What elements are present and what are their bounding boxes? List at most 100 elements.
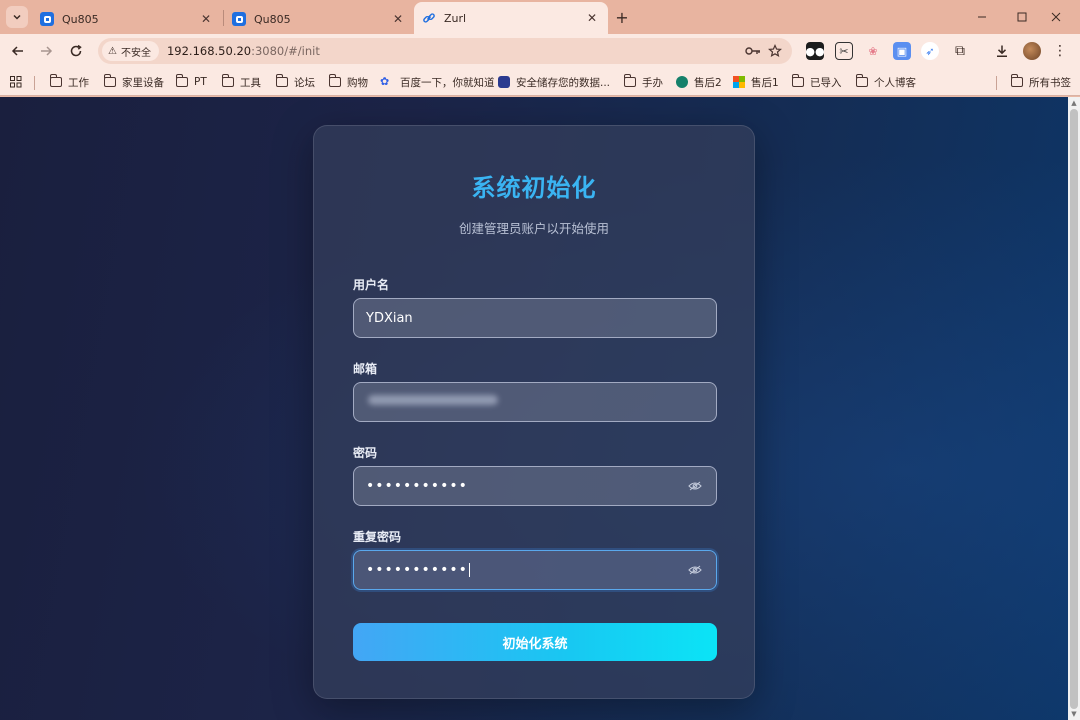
bookmark-label: 手办: [642, 76, 663, 89]
email-input-redacted[interactable]: [366, 395, 704, 409]
page-subtitle: 创建管理员账户以开始使用: [458, 221, 609, 236]
text-caret: [468, 563, 470, 577]
back-button[interactable]: [6, 40, 30, 62]
bookmark-folder[interactable]: 已导入: [791, 73, 842, 91]
bookmark-label: 个人博客: [874, 76, 916, 89]
url-text[interactable]: 192.168.50.20:3080/#/init: [167, 44, 742, 58]
bookmark-label: 安全储存您的数据...: [516, 76, 611, 89]
folder-icon: [103, 74, 116, 87]
close-icon[interactable]: ✕: [390, 11, 406, 27]
translate-icon[interactable]: ▣: [893, 42, 911, 60]
eye-icon[interactable]: [686, 563, 704, 577]
tab-zurl[interactable]: Zurl ✕: [414, 2, 608, 34]
bird-extension-icon[interactable]: ➶: [921, 42, 939, 60]
folder-icon: [175, 74, 188, 87]
scroll-thumb[interactable]: [1070, 109, 1078, 709]
confirm-password-label: 重复密码: [353, 530, 402, 544]
qnap-icon: [40, 12, 54, 26]
bookmark-label: 百度一下，你就知道: [400, 76, 495, 89]
bookmark-folder[interactable]: 购物: [328, 73, 368, 91]
email-field[interactable]: [353, 382, 717, 422]
minimize-button[interactable]: [962, 6, 1002, 28]
bookmark-label: 工作: [68, 76, 89, 89]
bookmark-label: 论坛: [294, 76, 315, 89]
bookmark-separator: [34, 76, 35, 90]
bookmark-folder[interactable]: 工具: [221, 73, 261, 91]
url-host: 192.168.50.20: [166, 44, 252, 58]
folder-icon: [221, 74, 234, 87]
url-path: :3080/#/init: [251, 44, 320, 58]
tab-qu805-1[interactable]: Qu805 ✕: [32, 4, 222, 34]
bookmark-folder[interactable]: 工作: [49, 73, 89, 91]
bookmark-secure-storage[interactable]: 安全储存您的数据...: [498, 73, 610, 91]
bookmark-baidu[interactable]: ✿ 百度一下，你就知道: [380, 73, 495, 91]
profile-avatar[interactable]: [1023, 42, 1041, 60]
maximize-icon: [1017, 12, 1027, 22]
tab-title: Qu805: [254, 12, 291, 26]
tab-title: Qu805: [62, 12, 99, 26]
bookmark-folder[interactable]: 家里设备: [103, 73, 164, 91]
folder-icon: [275, 74, 288, 87]
chevron-down-icon: [13, 14, 21, 20]
initialize-system-button[interactable]: 初始化系统: [353, 623, 717, 661]
password-key-icon[interactable]: [742, 41, 764, 61]
username-label: 用户名: [353, 278, 390, 292]
bookmark-label: 家里设备: [122, 76, 164, 89]
bookmark-aftersales-2[interactable]: 售后2: [676, 73, 722, 91]
close-window-button[interactable]: [1036, 6, 1076, 28]
confirm-password-input[interactable]: •••••••••••: [366, 563, 686, 577]
arrow-right-icon: [41, 46, 53, 56]
star-icon[interactable]: [764, 41, 786, 61]
screenshot-icon[interactable]: ✂: [835, 42, 853, 60]
close-icon: [1051, 12, 1061, 22]
confirm-password-mask: •••••••••••: [366, 562, 468, 578]
security-chip[interactable]: ⚠ 不安全: [102, 41, 159, 61]
extension-pink-icon[interactable]: ❀: [864, 42, 882, 60]
site-icon: [498, 76, 510, 88]
scroll-down-arrow-icon[interactable]: ▼: [1070, 710, 1078, 718]
warning-icon: ⚠: [108, 45, 117, 57]
password-input[interactable]: •••••••••••: [366, 479, 686, 493]
bookmark-folder[interactable]: 个人博客: [855, 73, 916, 91]
password-field[interactable]: •••••••••••: [353, 466, 717, 506]
password-label: 密码: [353, 446, 378, 460]
close-icon[interactable]: ✕: [198, 11, 214, 27]
email-label: 邮箱: [353, 362, 378, 376]
init-card: 系统初始化 创建管理员账户以开始使用 用户名 邮箱 密码 •••••••••••…: [313, 125, 755, 699]
username-field[interactable]: [353, 298, 717, 338]
tab-strip: Qu805 ✕ Qu805 ✕ Zurl ✕ +: [0, 0, 1080, 34]
bookmark-folder[interactable]: 手办: [623, 73, 663, 91]
apps-grid-icon[interactable]: [10, 73, 22, 91]
folder-icon: [855, 74, 868, 87]
eye-icon[interactable]: [686, 479, 704, 493]
reload-button[interactable]: [64, 40, 88, 62]
site-icon: [676, 76, 688, 88]
browser-toolbar: ⚠ 不安全 192.168.50.20:3080/#/init ●● ✂ ❀ ▣…: [0, 34, 1080, 68]
tampermonkey-icon[interactable]: ●●: [805, 42, 825, 60]
forward-button[interactable]: [34, 40, 58, 62]
reload-icon: [70, 44, 82, 57]
minimize-icon: [978, 16, 986, 18]
tab-search-button[interactable]: [6, 6, 28, 28]
bookmark-folder[interactable]: 论坛: [275, 73, 315, 91]
username-input[interactable]: [366, 310, 704, 326]
new-tab-button[interactable]: +: [612, 7, 632, 27]
confirm-password-field[interactable]: •••••••••••: [353, 550, 717, 590]
windows-icon: [733, 76, 745, 88]
scroll-up-arrow-icon[interactable]: ▲: [1070, 99, 1078, 107]
more-menu-icon[interactable]: ⋮: [1052, 42, 1068, 60]
close-icon[interactable]: ✕: [584, 10, 600, 26]
bookmark-label: 工具: [240, 76, 261, 89]
tab-qu805-2[interactable]: Qu805 ✕: [224, 4, 414, 34]
link-icon: [422, 11, 436, 25]
bookmark-label: 售后1: [751, 76, 779, 89]
bookmark-aftersales-1[interactable]: 售后1: [733, 73, 779, 91]
page-scrollbar[interactable]: ▲ ▼: [1068, 97, 1080, 720]
bookmark-all[interactable]: 所有书签: [1010, 73, 1071, 91]
download-icon[interactable]: [993, 42, 1011, 60]
puzzle-icon[interactable]: ⧉: [951, 42, 969, 60]
tab-title: Zurl: [444, 11, 467, 25]
bookmark-folder[interactable]: PT: [175, 73, 207, 91]
arrow-left-icon: [11, 46, 23, 56]
address-bar[interactable]: ⚠ 不安全 192.168.50.20:3080/#/init: [98, 38, 792, 64]
